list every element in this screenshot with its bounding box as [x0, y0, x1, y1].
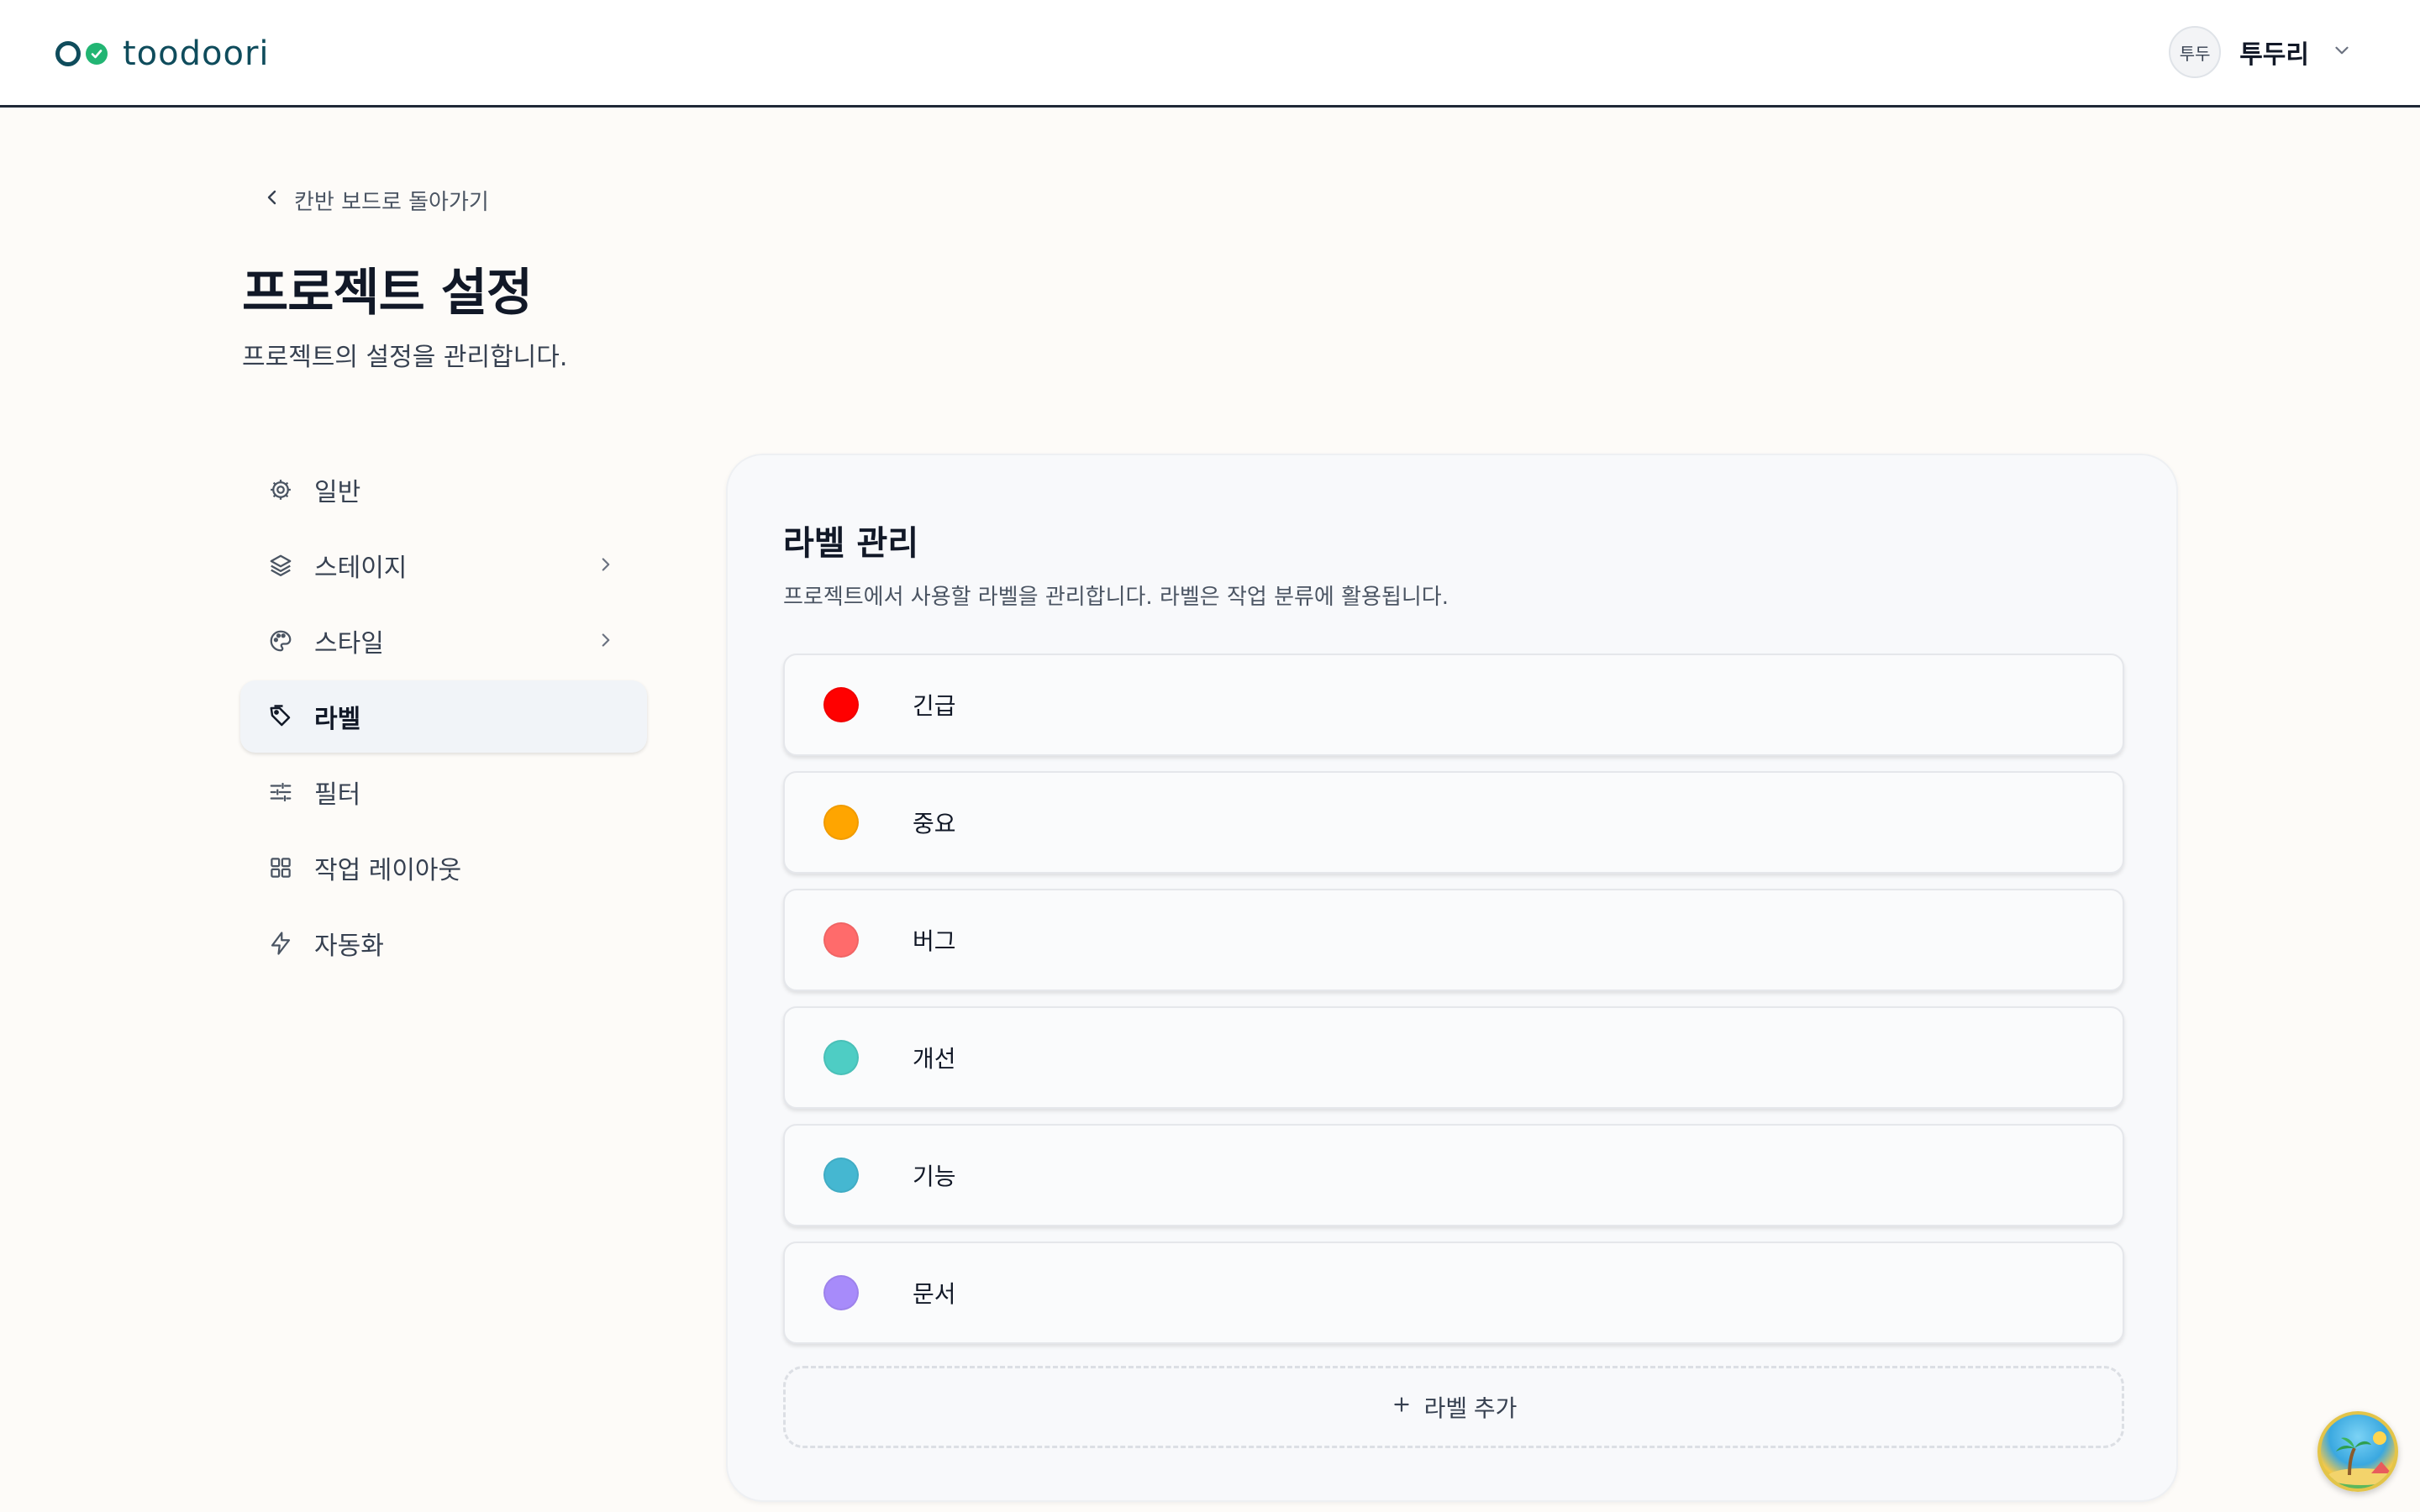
gear-icon — [267, 476, 294, 503]
chevron-right-icon — [595, 629, 617, 654]
lightning-icon — [267, 930, 294, 957]
label-name: 중요 — [913, 810, 956, 837]
sidebar-item-task-layout[interactable]: 작업 레이아웃 — [240, 832, 647, 904]
sidebar-item-label: 스타일 — [314, 629, 384, 659]
app-logo[interactable]: toodoori — [55, 30, 270, 77]
sidebar-item-label: 라벨 — [314, 705, 361, 734]
sidebar-item-label: 자동화 — [314, 932, 384, 961]
top-navigation-bar: toodoori 투두 투두리 — [0, 0, 2420, 108]
sidebar-item-label: 스테이지 — [314, 554, 408, 583]
sidebar-item-style[interactable]: 스타일 — [240, 605, 647, 677]
label-color-swatch[interactable] — [823, 1158, 859, 1193]
sliders-icon — [267, 779, 294, 806]
label-name: 문서 — [913, 1280, 956, 1308]
tag-icon — [267, 703, 294, 730]
logo-text: toodoori — [123, 34, 270, 73]
floating-beach-badge[interactable] — [2317, 1411, 2398, 1492]
layers-icon — [267, 552, 294, 579]
palette-icon — [267, 627, 294, 654]
add-label-button-label: 라벨 추가 — [1423, 1395, 1518, 1421]
label-management-panel: 라벨 관리 프로젝트에서 사용할 라벨을 관리합니다. 라벨은 작업 분류에 활… — [726, 454, 2178, 1502]
label-color-swatch[interactable] — [823, 922, 859, 958]
back-link-label: 칸반 보드로 돌아가기 — [294, 189, 489, 215]
chevron-left-icon — [262, 187, 282, 213]
user-menu[interactable]: 투두 투두리 — [2169, 25, 2353, 79]
label-color-swatch[interactable] — [823, 805, 859, 840]
label-color-swatch[interactable] — [823, 1040, 859, 1075]
sidebar-item-filters[interactable]: 필터 — [240, 756, 647, 828]
label-name: 개선 — [913, 1045, 956, 1073]
avatar[interactable]: 투두 — [2169, 26, 2222, 78]
sidebar-item-automation[interactable]: 자동화 — [240, 907, 647, 979]
label-row-docs[interactable]: 문서 — [783, 1242, 2124, 1344]
label-row-important[interactable]: 중요 — [783, 771, 2124, 874]
label-row-feature[interactable]: 기능 — [783, 1124, 2124, 1226]
sidebar-item-labels[interactable]: 라벨 — [240, 680, 647, 753]
settings-sidebar: 일반 스테이지 스타일 라벨 필터 작업 레이아웃 자동화 — [240, 454, 647, 983]
chevron-right-icon — [595, 554, 617, 579]
label-name: 버그 — [913, 927, 956, 955]
label-row-bug[interactable]: 버그 — [783, 889, 2124, 991]
label-name: 긴급 — [913, 692, 956, 720]
label-list: 긴급 중요 버그 개선 기능 문서 — [783, 654, 2124, 1359]
label-name: 기능 — [913, 1163, 956, 1190]
sidebar-item-label: 일반 — [314, 478, 361, 507]
label-row-urgent[interactable]: 긴급 — [783, 654, 2124, 756]
label-row-improvement[interactable]: 개선 — [783, 1006, 2124, 1109]
sidebar-item-label: 필터 — [314, 780, 361, 810]
page-title: 프로젝트 설정 — [242, 264, 533, 323]
label-color-swatch[interactable] — [823, 687, 859, 722]
label-color-swatch[interactable] — [823, 1275, 859, 1310]
panel-description: 프로젝트에서 사용할 라벨을 관리합니다. 라벨은 작업 분류에 활용됩니다. — [783, 585, 1449, 610]
back-to-kanban-link[interactable]: 칸반 보드로 돌아가기 — [262, 183, 489, 217]
sidebar-item-general[interactable]: 일반 — [240, 454, 647, 526]
chevron-down-icon[interactable] — [2331, 39, 2353, 65]
grid-icon — [267, 854, 294, 881]
panel-title: 라벨 관리 — [783, 524, 919, 563]
plus-icon — [1391, 1394, 1413, 1421]
add-label-button[interactable]: 라벨 추가 — [783, 1366, 2124, 1448]
palm-tree-icon — [2324, 1431, 2395, 1488]
user-name[interactable]: 투두리 — [2239, 34, 2309, 71]
sidebar-item-label: 작업 레이아웃 — [314, 856, 462, 885]
sidebar-item-stages[interactable]: 스테이지 — [240, 529, 647, 601]
logo-icon — [55, 41, 108, 66]
page-subtitle: 프로젝트의 설정을 관리합니다. — [242, 343, 568, 372]
